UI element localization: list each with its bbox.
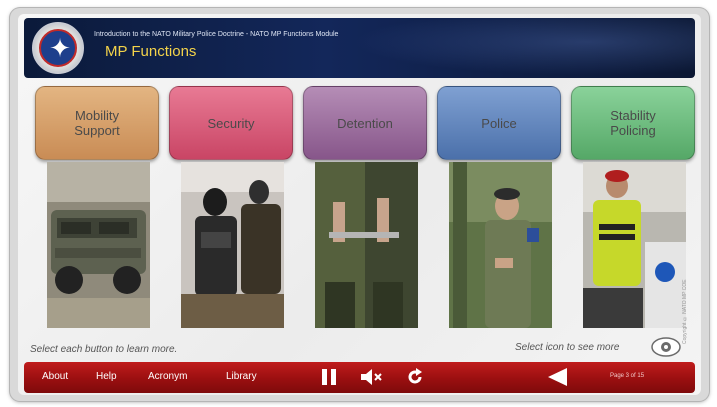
armed-security-personnel-photo <box>181 162 284 328</box>
page-indicator: Page 3 of 15 <box>610 373 645 379</box>
back-icon[interactable] <box>546 367 568 392</box>
footer-nav-bar: About Help Acronym Library Page 3 of 15 <box>24 362 695 393</box>
mobility-support-button[interactable]: Mobility Support <box>35 86 159 160</box>
military-police-vest-photo <box>583 162 686 328</box>
copyright-note: Copyright © NATO MP COE <box>682 279 688 344</box>
acronym-link[interactable]: Acronym <box>148 371 187 382</box>
function-column-police: Police <box>437 86 563 328</box>
app-frame: ✦ Introduction to the NATO Military Poli… <box>10 8 709 401</box>
header-bar: ✦ Introduction to the NATO Military Poli… <box>24 18 695 78</box>
handcuffed-detainee-photo <box>315 162 418 328</box>
compass-star-icon: ✦ <box>49 33 71 63</box>
instruction-left: Select each button to learn more. <box>30 344 178 355</box>
security-button[interactable]: Security <box>169 86 293 160</box>
replay-icon[interactable] <box>406 368 424 391</box>
about-link[interactable]: About <box>42 371 68 382</box>
function-column-detention: Detention <box>303 86 429 328</box>
military-vehicle-photo <box>47 162 150 328</box>
detention-button[interactable]: Detention <box>303 86 427 160</box>
view-more-eye-icon[interactable] <box>650 336 682 358</box>
stability-policing-button[interactable]: Stability Policing <box>571 86 695 160</box>
help-link[interactable]: Help <box>96 371 117 382</box>
military-police-officer-photo <box>449 162 552 328</box>
function-column-stability: Stability Policing <box>571 86 697 328</box>
header-glow <box>335 18 695 78</box>
instruction-right: Select icon to see more <box>515 342 620 353</box>
function-column-security: Security <box>169 86 295 328</box>
page-title: MP Functions <box>105 43 197 60</box>
mute-icon[interactable] <box>360 368 382 391</box>
logo-ring: ✦ <box>39 29 77 67</box>
content-area: ✦ Introduction to the NATO Military Poli… <box>18 14 701 395</box>
function-column-mobility: Mobility Support <box>35 86 161 328</box>
nato-mp-logo-icon: ✦ <box>32 22 84 74</box>
course-subtitle: Introduction to the NATO Military Police… <box>94 31 339 38</box>
library-link[interactable]: Library <box>226 371 257 382</box>
police-button[interactable]: Police <box>437 86 561 160</box>
pause-icon[interactable] <box>320 368 338 391</box>
